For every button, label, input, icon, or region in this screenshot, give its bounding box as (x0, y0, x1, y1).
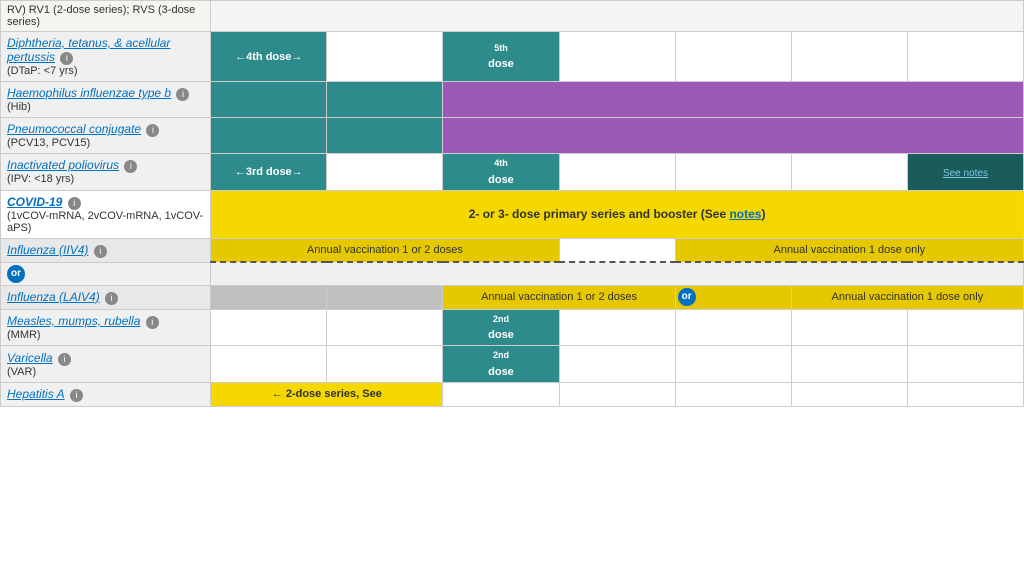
or-dashed-row (211, 262, 1024, 285)
hepa-2dose-cell: ← 2-dose series, See (211, 382, 443, 406)
ipv-row: Inactivated poliovirus i (IPV: <18 yrs) … (1, 154, 1024, 191)
var-empty2 (327, 346, 443, 383)
flu-iiv-empty (559, 238, 675, 262)
mmr-info-icon[interactable]: i (146, 316, 159, 329)
dtap-empty3 (675, 32, 791, 82)
ipv-see-notes: See notes (907, 154, 1023, 191)
ipv-sub: (IPV: <18 yrs) (7, 173, 204, 185)
varicella-info-icon[interactable]: i (58, 353, 71, 366)
var-empty3 (559, 346, 675, 383)
flu-laiv-row: Influenza (LAIV4) i Annual vaccination 1… (1, 285, 1024, 309)
pcv-sub: (PCV13, PCV15) (7, 137, 204, 149)
flu-iiv-right-cell: Annual vaccination 1 dose only (675, 238, 1023, 262)
hib-purple (443, 82, 1024, 118)
var-empty4 (675, 346, 791, 383)
var-empty5 (791, 346, 907, 383)
dtap-info-icon[interactable]: i (60, 52, 73, 65)
or-row: or (1, 262, 1024, 285)
varicella-row: Varicella i (VAR) 2nd dose (1, 346, 1024, 383)
covid-row: COVID-19 i (1vCOV-mRNA, 2vCOV-mRNA, 1vCO… (1, 190, 1024, 238)
flu-laiv-info-icon[interactable]: i (105, 292, 118, 305)
mmr-link[interactable]: Measles, mumps, rubella (7, 314, 140, 328)
covid-link[interactable]: COVID-19 (7, 195, 62, 209)
covid-cell: 2- or 3- dose primary series and booster… (211, 190, 1024, 238)
flu-laiv-or-badge-cell: or (675, 285, 791, 309)
hepa-empty4 (791, 382, 907, 406)
var-2nd-dose: 2nd dose (443, 346, 559, 383)
hib-info-icon[interactable]: i (176, 88, 189, 101)
hepa-empty2 (559, 382, 675, 406)
ipv-notes-link[interactable]: See notes (943, 168, 988, 179)
hib-teal2 (327, 82, 443, 118)
or-badge: or (7, 265, 25, 283)
flu-laiv-gray1 (211, 285, 327, 309)
pcv-teal1 (211, 118, 327, 154)
pcv-teal2 (327, 118, 443, 154)
mmr-empty1 (211, 309, 327, 346)
hepa-empty5 (907, 382, 1023, 406)
pcv-info-icon[interactable]: i (146, 124, 159, 137)
flu-laiv-gray2 (327, 285, 443, 309)
ipv-link[interactable]: Inactivated poliovirus (7, 158, 119, 172)
pcv-purple (443, 118, 1024, 154)
mmr-empty3 (559, 309, 675, 346)
dtap-empty2 (559, 32, 675, 82)
rv-row: RV) RV1 (2-dose series); RVS (3-dose ser… (1, 1, 1024, 32)
flu-iiv-link[interactable]: Influenza (IIV4) (7, 243, 88, 257)
dtap-empty4 (791, 32, 907, 82)
hib-sub: (Hib) (7, 101, 204, 113)
covid-notes-link[interactable]: notes (729, 207, 761, 221)
covid-sub: (1vCOV-mRNA, 2vCOV-mRNA, 1vCOV-aPS) (7, 210, 204, 234)
hepa-link[interactable]: Hepatitis A (7, 387, 65, 401)
hepa-empty3 (675, 382, 791, 406)
hib-row: Haemophilus influenzae type b i (Hib) (1, 82, 1024, 118)
dtap-row: Diphtheria, tetanus, & acellular pertuss… (1, 32, 1024, 82)
flu-iiv-info-icon[interactable]: i (94, 245, 107, 258)
var-empty1 (211, 346, 327, 383)
mmr-empty6 (907, 309, 1023, 346)
pcv-link[interactable]: Pneumococcal conjugate (7, 122, 141, 136)
covid-info-icon[interactable]: i (68, 197, 81, 210)
dtap-empty1 (327, 32, 443, 82)
mmr-row: Measles, mumps, rubella i (MMR) 2nd dose (1, 309, 1024, 346)
mmr-sub: (MMR) (7, 329, 204, 341)
ipv-4th-dose: 4th dose (443, 154, 559, 191)
var-empty6 (907, 346, 1023, 383)
dtap-empty5 (907, 32, 1023, 82)
hib-teal1 (211, 82, 327, 118)
flu-laiv-right-cell: Annual vaccination 1 dose only (791, 285, 1023, 309)
ipv-empty2 (559, 154, 675, 191)
hib-link[interactable]: Haemophilus influenzae type b (7, 86, 171, 100)
flu-laiv-link[interactable]: Influenza (LAIV4) (7, 290, 100, 304)
ipv-empty1 (327, 154, 443, 191)
pcv-row: Pneumococcal conjugate i (PCV13, PCV15) (1, 118, 1024, 154)
dtap-sub: (DTaP: <7 yrs) (7, 65, 204, 77)
flu-laiv-or-badge: or (678, 288, 696, 306)
hepa-row: Hepatitis A i ← 2-dose series, See (1, 382, 1024, 406)
flu-laiv-mid-cell: Annual vaccination 1 or 2 doses (443, 285, 675, 309)
hepa-info-icon[interactable]: i (70, 389, 83, 402)
flu-iiv-row: Influenza (IIV4) i Annual vaccination 1 … (1, 238, 1024, 262)
dtap-4th-dose: ←4th dose→ (211, 32, 327, 82)
rv-text: RV) RV1 (2-dose series); RVS (3-dose ser… (7, 4, 195, 28)
mmr-empty4 (675, 309, 791, 346)
mmr-empty5 (791, 309, 907, 346)
hepa-empty1 (443, 382, 559, 406)
ipv-empty3 (675, 154, 791, 191)
varicella-link[interactable]: Varicella (7, 351, 53, 365)
mmr-2nd-dose: 2nd dose (443, 309, 559, 346)
dtap-5th-dose: 5th dose (443, 32, 559, 82)
ipv-info-icon[interactable]: i (124, 160, 137, 173)
dtap-link[interactable]: Diphtheria, tetanus, & acellular pertuss… (7, 36, 170, 64)
mmr-empty2 (327, 309, 443, 346)
flu-iiv-left-cell: Annual vaccination 1 or 2 doses (211, 238, 559, 262)
ipv-3rd-dose: ←3rd dose→ (211, 154, 327, 191)
varicella-sub: (VAR) (7, 366, 204, 378)
ipv-empty4 (791, 154, 907, 191)
